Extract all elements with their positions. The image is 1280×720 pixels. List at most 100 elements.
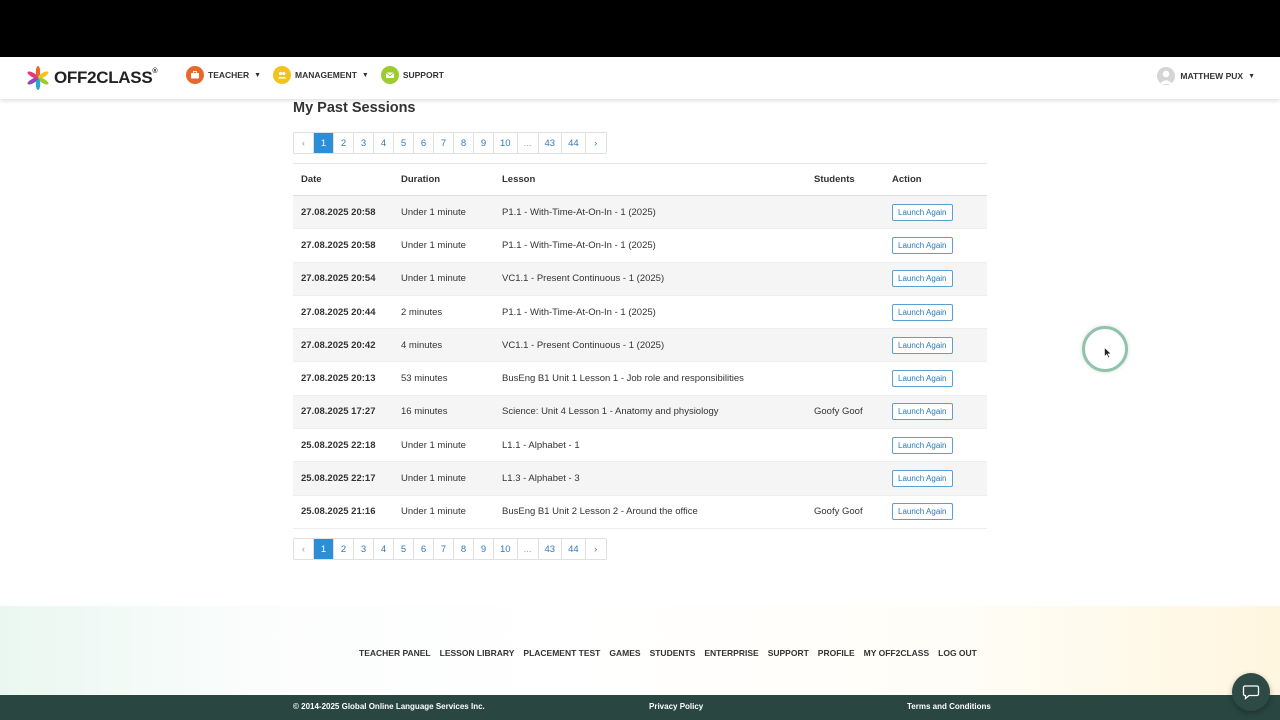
footer-link-log-out[interactable]: LOG OUT [938, 648, 977, 658]
caret-down-icon: ▼ [254, 71, 262, 79]
nav-teacher-dropdown[interactable]: TEACHER ▼ [186, 66, 261, 84]
header-date: Date [301, 174, 322, 185]
cell-duration: Under 1 minute [401, 239, 466, 251]
pagination-page[interactable]: 6 [414, 539, 434, 559]
cell-date: 27.08.2025 17:27 [301, 406, 376, 418]
nav-management-dropdown[interactable]: MANAGEMENT ▼ [273, 66, 369, 84]
launch-again-button[interactable]: Launch Again [892, 470, 953, 488]
nav-management-label: MANAGEMENT [295, 70, 357, 80]
table-row: 25.08.2025 21:16 Under 1 minute BusEng B… [293, 496, 987, 529]
off2class-logo[interactable]: OFF2CLASS® [26, 64, 158, 92]
briefcase-icon [186, 66, 204, 84]
mail-icon [380, 66, 399, 84]
pagination-page[interactable]: 4 [374, 133, 394, 153]
cell-lesson: P1.1 - With-Time-At-On-In - 1 (2025) [502, 239, 656, 251]
launch-again-button[interactable]: Launch Again [892, 403, 953, 421]
cell-duration: 2 minutes [401, 306, 443, 318]
pagination-prev[interactable]: ‹ [294, 133, 314, 153]
pagination-page[interactable]: 2 [334, 133, 354, 153]
nav-menu: TEACHER ▼ MANAGEMENT ▼ SUPPORT [186, 66, 446, 84]
pagination-page[interactable]: 8 [454, 539, 474, 559]
header-lesson: Lesson [502, 174, 536, 185]
copyright-text: © 2014-2025 Global Online Language Servi… [293, 702, 485, 711]
pagination-page[interactable]: 7 [434, 539, 454, 559]
header-students: Students [814, 174, 855, 185]
pagination-page[interactable]: 6 [414, 133, 434, 153]
cell-lesson: BusEng B1 Unit 2 Lesson 2 - Around the o… [502, 506, 698, 518]
footer-link-students[interactable]: STUDENTS [650, 648, 696, 658]
cell-date: 27.08.2025 20:54 [301, 273, 376, 285]
footer-link-my-off2class[interactable]: MY OFF2CLASS [864, 648, 930, 658]
pagination-page[interactable]: 1 [314, 133, 334, 153]
pagination-page[interactable]: 9 [474, 539, 494, 559]
footer-link-lesson-library[interactable]: LESSON LIBRARY [440, 648, 515, 658]
mouse-cursor-icon [1104, 347, 1112, 359]
footer-link-teacher-panel[interactable]: TEACHER PANEL [359, 648, 431, 658]
pagination-page[interactable]: 44 [562, 539, 586, 559]
screen-top-black-bar [0, 0, 1280, 57]
launch-again-button[interactable]: Launch Again [892, 336, 953, 354]
pagination-page[interactable]: 4 [374, 539, 394, 559]
cell-lesson: L1.1 - Alphabet - 1 [502, 439, 580, 451]
cell-date: 25.08.2025 21:16 [301, 506, 376, 518]
caret-down-icon: ▼ [361, 71, 369, 79]
launch-again-button[interactable]: Launch Again [892, 270, 953, 288]
chat-icon [1242, 685, 1260, 700]
user-name: MATTHEW PUX [1180, 71, 1244, 81]
pagination-page[interactable]: 43 [539, 539, 563, 559]
table-row: 27.08.2025 20:13 53 minutes BusEng B1 Un… [293, 362, 987, 396]
cell-date: 25.08.2025 22:18 [301, 439, 376, 451]
privacy-policy-link[interactable]: Privacy Policy [649, 702, 703, 711]
table-row: 27.08.2025 20:58 Under 1 minute P1.1 - W… [293, 196, 987, 230]
chat-widget-button[interactable] [1232, 673, 1270, 711]
pagination-page[interactable]: 2 [334, 539, 354, 559]
footer-link-games[interactable]: GAMES [609, 648, 640, 658]
header-action: Action [892, 174, 922, 185]
pagination-page[interactable]: 9 [474, 133, 494, 153]
launch-again-button[interactable]: Launch Again [892, 303, 953, 321]
cell-lesson: VC1.1 - Present Continuous - 1 (2025) [502, 273, 665, 285]
footer-link-placement-test[interactable]: PLACEMENT TEST [523, 648, 600, 658]
launch-again-button[interactable]: Launch Again [892, 436, 953, 454]
table-row: 27.08.2025 20:58 Under 1 minute P1.1 - W… [293, 229, 987, 263]
launch-again-button[interactable]: Launch Again [892, 503, 953, 521]
pagination-page[interactable]: 10 [494, 133, 518, 153]
pagination-page[interactable]: 43 [539, 133, 563, 153]
table-row: 27.08.2025 17:27 16 minutes Science: Uni… [293, 395, 987, 430]
pagination-page[interactable]: 1 [314, 539, 334, 559]
cell-duration: Under 1 minute [401, 206, 466, 218]
footer-link-profile[interactable]: PROFILE [818, 648, 855, 658]
pagination-page[interactable]: 8 [454, 133, 474, 153]
cell-date: 25.08.2025 22:17 [301, 473, 376, 485]
launch-again-button[interactable]: Launch Again [892, 203, 953, 221]
pagination-next[interactable]: › [586, 133, 606, 153]
pagination-page[interactable]: 7 [434, 133, 454, 153]
pagination-page[interactable]: 5 [394, 539, 414, 559]
pagination-page[interactable]: 10 [494, 539, 518, 559]
header-duration: Duration [401, 174, 441, 185]
pagination-page[interactable]: 44 [562, 133, 586, 153]
user-avatar-icon [1157, 67, 1176, 85]
table-row: 27.08.2025 20:44 2 minutes P1.1 - With-T… [293, 296, 987, 330]
caret-down-icon: ▼ [1248, 72, 1255, 80]
cell-lesson: BusEng B1 Unit 1 Lesson 1 - Job role and… [502, 373, 744, 385]
terms-link[interactable]: Terms and Conditions [907, 702, 991, 711]
pagination-page[interactable]: 5 [394, 133, 414, 153]
cell-date: 27.08.2025 20:13 [301, 373, 376, 385]
cell-lesson: P1.1 - With-Time-At-On-In - 1 (2025) [502, 306, 656, 318]
pagination-page[interactable]: 3 [354, 133, 374, 153]
pagination-prev[interactable]: ‹ [294, 539, 314, 559]
table-row: 27.08.2025 20:42 4 minutes VC1.1 - Prese… [293, 329, 987, 363]
footer-link-enterprise[interactable]: ENTERPRISE [704, 648, 758, 658]
pagination-top: ‹ 1 2 3 4 5 6 7 8 9 10 ... 43 44 › [293, 132, 607, 154]
launch-again-button[interactable]: Launch Again [892, 370, 953, 388]
pagination-page[interactable]: 3 [354, 539, 374, 559]
pagination-bottom: ‹ 1 2 3 4 5 6 7 8 9 10 ... 43 44 › [293, 538, 607, 560]
user-menu-dropdown[interactable]: MATTHEW PUX ▼ [1157, 67, 1255, 85]
footer-link-support[interactable]: SUPPORT [768, 648, 809, 658]
cell-lesson: L1.3 - Alphabet - 3 [502, 473, 580, 485]
pagination-next[interactable]: › [586, 539, 606, 559]
nav-support-link[interactable]: SUPPORT [380, 66, 444, 84]
launch-again-button[interactable]: Launch Again [892, 236, 953, 254]
cell-lesson: VC1.1 - Present Continuous - 1 (2025) [502, 339, 665, 351]
